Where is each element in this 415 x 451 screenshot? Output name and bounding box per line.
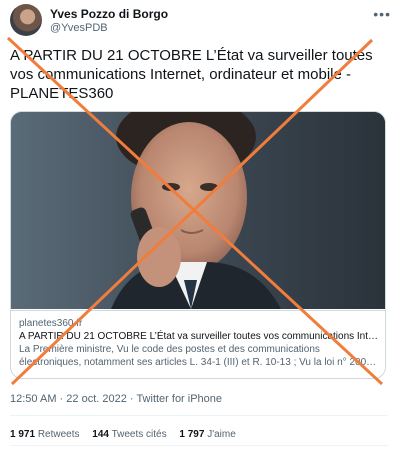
author-handle[interactable]: @YvesPDB [50,22,108,34]
card-domain: planetes360.fr [19,318,83,329]
tweet-meta: 12:50 AM · 22 oct. 2022 · Twitter for iP… [10,393,222,405]
divider [10,445,388,446]
tweet: Yves Pozzo di Borgo @YvesPDB ••• A PARTI… [0,0,415,451]
tweet-source[interactable]: Twitter for iPhone [136,393,222,405]
retweets-label: Retweets [37,429,80,440]
card-description: La Première ministre, Vu le code des pos… [19,344,377,368]
retweets-stat[interactable]: 1 971 Retweets [10,429,80,440]
card-body: planetes360.fr A PARTIR DU 21 OCTOBRE L’… [11,310,385,375]
likes-count: 1 797 [179,429,205,440]
tweet-time[interactable]: 12:50 AM [10,393,56,405]
divider [10,415,388,416]
tweet-date[interactable]: 22 oct. 2022 [66,393,127,405]
tweet-text: A PARTIR DU 21 OCTOBRE L’État va surveil… [10,47,373,102]
quotes-count: 144 [92,429,109,440]
tweet-header: Yves Pozzo di Borgo @YvesPDB ••• [10,4,405,40]
author-name[interactable]: Yves Pozzo di Borgo [50,7,168,21]
quotes-stat[interactable]: 144 Tweets cités [92,429,166,440]
quotes-label: Tweets cités [111,429,167,440]
card-image [11,112,385,309]
more-horizontal-icon[interactable]: ••• [373,6,391,22]
retweets-count: 1 971 [10,429,36,440]
likes-label: J'aime [207,429,236,440]
link-card[interactable]: planetes360.fr A PARTIR DU 21 OCTOBRE L’… [10,111,386,379]
avatar[interactable] [10,4,42,36]
tweet-stats: 1 971 Retweets 144 Tweets cités 1 797 J'… [10,429,246,440]
card-title: A PARTIR DU 21 OCTOBRE L’État va surveil… [19,331,379,342]
likes-stat[interactable]: 1 797 J'aime [179,429,235,440]
